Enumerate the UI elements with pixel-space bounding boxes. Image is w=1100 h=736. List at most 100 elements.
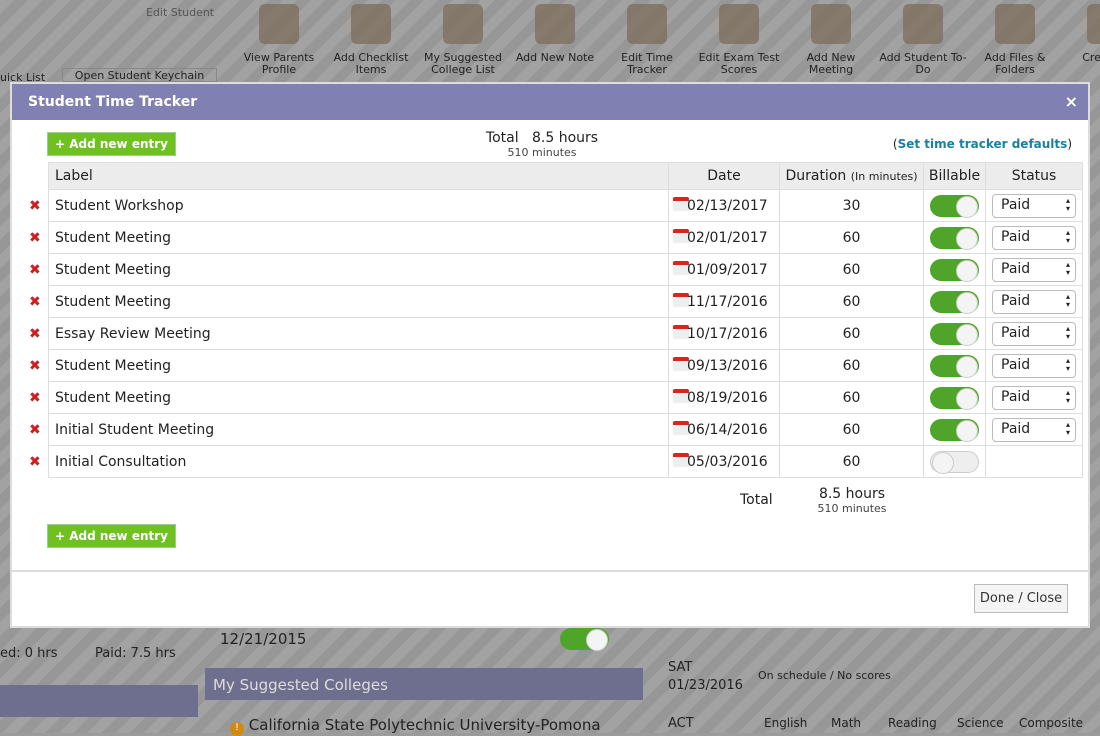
toolbar-button[interactable]: View Parents Profile: [234, 0, 324, 80]
table-row: ✖ Student Meeting 08/19/2016 60 Paid: [29, 381, 1083, 414]
billable-toggle[interactable]: [930, 418, 979, 442]
entry-label-cell[interactable]: ✖ Student Meeting: [29, 285, 669, 318]
entry-date: 02/01/2017: [687, 230, 768, 246]
status-select[interactable]: Paid: [992, 193, 1076, 218]
billable-toggle[interactable]: [930, 258, 979, 282]
entry-date-cell[interactable]: 10/17/2016: [668, 317, 780, 350]
modal-title: Student Time Tracker: [28, 94, 198, 110]
toolbar-button[interactable]: Cre Colle: [1062, 0, 1100, 80]
entry-label: Initial Student Meeting: [55, 421, 215, 438]
toolbar-button[interactable]: Add Files & Folders: [970, 0, 1060, 80]
entry-label-cell[interactable]: ✖ Student Meeting: [29, 221, 669, 254]
delete-icon[interactable]: ✖: [29, 326, 41, 342]
status-select[interactable]: Paid: [992, 385, 1076, 410]
billable-toggle[interactable]: [930, 226, 979, 250]
entry-status-cell: [985, 445, 1083, 478]
add-entry-button-top[interactable]: + Add new entry: [47, 132, 176, 156]
toolbar-button[interactable]: Add Student To-Do: [878, 0, 968, 80]
entry-status-cell: Paid: [985, 221, 1083, 254]
footer-total-label: Total: [740, 492, 773, 508]
toolbar-button[interactable]: My Suggested College List: [418, 0, 508, 80]
college-item[interactable]: ! California State Polytechnic Universit…: [230, 716, 601, 736]
entry-label-cell[interactable]: ✖ Essay Review Meeting: [29, 317, 669, 350]
entry-label: Student Meeting: [55, 229, 172, 246]
billable-toggle[interactable]: [930, 290, 979, 314]
toolbar-button[interactable]: Add New Meeting: [786, 0, 876, 80]
meeting-billable-toggle[interactable]: [560, 628, 609, 651]
entry-duration[interactable]: 60: [779, 285, 924, 318]
status-select[interactable]: Paid: [992, 225, 1076, 250]
meeting-date: 12/21/2015: [220, 630, 307, 648]
entry-date-cell[interactable]: 11/17/2016: [668, 285, 780, 318]
entry-duration[interactable]: 60: [779, 253, 924, 286]
entry-date-cell[interactable]: 02/01/2017: [668, 221, 780, 254]
billable-toggle[interactable]: [930, 354, 979, 378]
toolbar-button[interactable]: Edit Exam Test Scores: [694, 0, 784, 80]
entry-label-cell[interactable]: ✖ Student Meeting: [29, 381, 669, 414]
done-close-button[interactable]: Done / Close: [974, 584, 1068, 613]
entry-duration[interactable]: 60: [779, 445, 924, 478]
entry-duration[interactable]: 60: [779, 221, 924, 254]
notepad-icon: [351, 4, 391, 44]
table-row: ✖ Student Meeting 11/17/2016 60 Paid: [29, 285, 1083, 318]
delete-icon[interactable]: ✖: [29, 422, 41, 438]
entry-status-cell: Paid: [985, 317, 1083, 350]
status-select[interactable]: Paid: [992, 257, 1076, 282]
entry-duration[interactable]: 60: [779, 349, 924, 382]
delete-icon[interactable]: ✖: [29, 358, 41, 374]
entry-date: 06/14/2016: [687, 422, 768, 438]
total-summary-top: Total 8.5 hours 510 minutes: [482, 130, 602, 159]
entry-label-cell[interactable]: ✖ Initial Consultation: [29, 445, 669, 478]
delete-icon[interactable]: ✖: [29, 230, 41, 246]
set-defaults-link[interactable]: Set time tracker defaults: [898, 137, 1068, 151]
entry-label-cell[interactable]: ✖ Student Workshop: [29, 189, 669, 222]
add-entry-button-bottom[interactable]: + Add new entry: [47, 524, 176, 548]
close-icon[interactable]: ×: [1065, 92, 1078, 111]
status-select[interactable]: Paid: [992, 321, 1076, 346]
toolbar-button[interactable]: Add New Note: [510, 0, 600, 80]
entry-label-cell[interactable]: ✖ Initial Student Meeting: [29, 413, 669, 446]
toolbar-button[interactable]: Add Checklist Items: [326, 0, 416, 80]
total-minutes: 510 minutes: [507, 146, 577, 159]
status-select[interactable]: Paid: [992, 417, 1076, 442]
delete-icon[interactable]: ✖: [29, 454, 41, 470]
delete-icon[interactable]: ✖: [29, 198, 41, 214]
entry-date: 11/17/2016: [687, 294, 768, 310]
billable-toggle[interactable]: [930, 322, 979, 346]
entry-date: 05/03/2016: [687, 454, 768, 470]
entry-billable-cell: [923, 381, 986, 414]
entry-billable-cell: [923, 221, 986, 254]
delete-icon[interactable]: ✖: [29, 262, 41, 278]
entry-duration[interactable]: 60: [779, 413, 924, 446]
delete-icon[interactable]: ✖: [29, 390, 41, 406]
entry-date-cell[interactable]: 08/19/2016: [668, 381, 780, 414]
entry-date: 02/13/2017: [687, 198, 768, 214]
entry-date-cell[interactable]: 01/09/2017: [668, 253, 780, 286]
stopwatch-icon: [627, 4, 667, 44]
sat-status: On schedule / No scores: [758, 669, 891, 682]
status-select[interactable]: Paid: [992, 353, 1076, 378]
entry-date-cell[interactable]: 05/03/2016: [668, 445, 780, 478]
toolbar-label: Edit Time Tracker: [621, 51, 673, 76]
table-row: ✖ Student Meeting 01/09/2017 60 Paid: [29, 253, 1083, 286]
entry-duration[interactable]: 30: [779, 189, 924, 222]
entry-date-cell[interactable]: 02/13/2017: [668, 189, 780, 222]
entry-duration[interactable]: 60: [779, 317, 924, 350]
entry-label-cell[interactable]: ✖ Student Meeting: [29, 253, 669, 286]
keychain-button[interactable]: Open Student Keychain: [62, 68, 217, 82]
toolbar-button[interactable]: Edit Time Tracker: [602, 0, 692, 80]
entry-status-cell: Paid: [985, 285, 1083, 318]
entry-label: Student Meeting: [55, 357, 172, 374]
delete-icon[interactable]: ✖: [29, 294, 41, 310]
entry-date: 08/19/2016: [687, 390, 768, 406]
entry-status-cell: Paid: [985, 381, 1083, 414]
billable-toggle[interactable]: [930, 386, 979, 410]
billable-toggle[interactable]: [930, 450, 979, 474]
status-select[interactable]: Paid: [992, 289, 1076, 314]
entry-label: Student Meeting: [55, 293, 172, 310]
entry-label-cell[interactable]: ✖ Student Meeting: [29, 349, 669, 382]
entry-date-cell[interactable]: 06/14/2016: [668, 413, 780, 446]
entry-duration[interactable]: 60: [779, 381, 924, 414]
entry-date-cell[interactable]: 09/13/2016: [668, 349, 780, 382]
billable-toggle[interactable]: [930, 194, 979, 218]
